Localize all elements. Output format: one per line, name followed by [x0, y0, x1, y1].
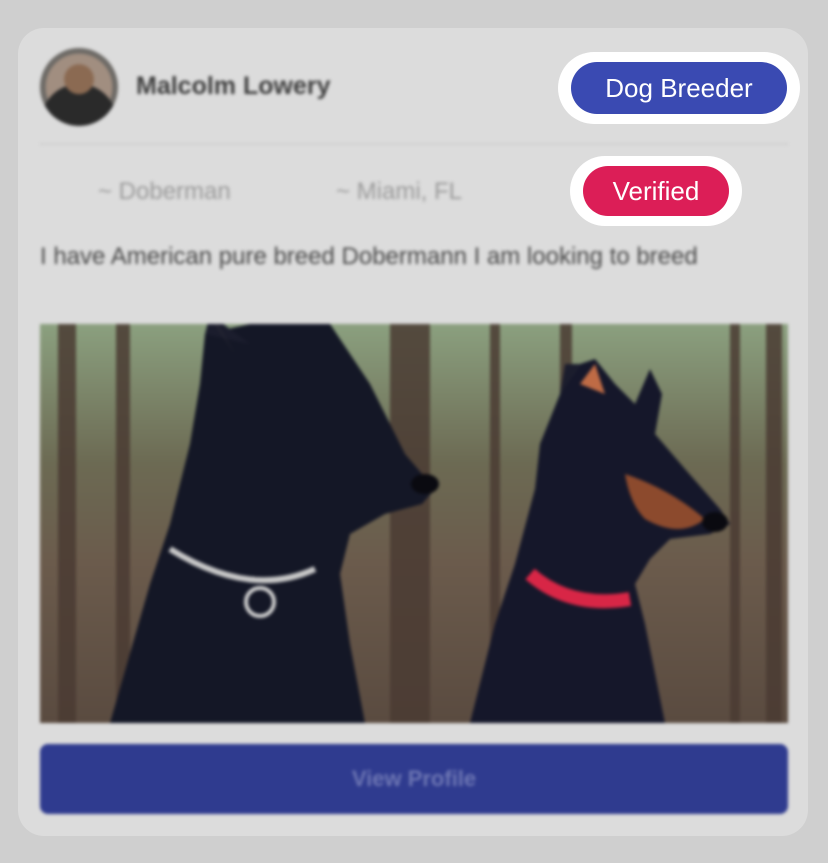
role-badge-highlight: Dog Breeder [558, 52, 800, 124]
breeder-name: Malcolm Lowery [136, 72, 331, 100]
divider [40, 143, 788, 145]
status-badge: Verified [583, 166, 729, 216]
breed-label: ~ Doberman [98, 178, 231, 205]
status-badge-highlight: Verified [570, 156, 742, 226]
doberman-illustration [110, 324, 730, 723]
dogs-photo [40, 324, 788, 723]
location-label: ~ Miami, FL [336, 178, 463, 205]
view-profile-button[interactable]: View Profile [40, 744, 788, 814]
role-badge: Dog Breeder [571, 62, 787, 114]
description-text: I have American pure breed Dobermann I a… [40, 243, 698, 270]
avatar[interactable] [40, 48, 118, 126]
